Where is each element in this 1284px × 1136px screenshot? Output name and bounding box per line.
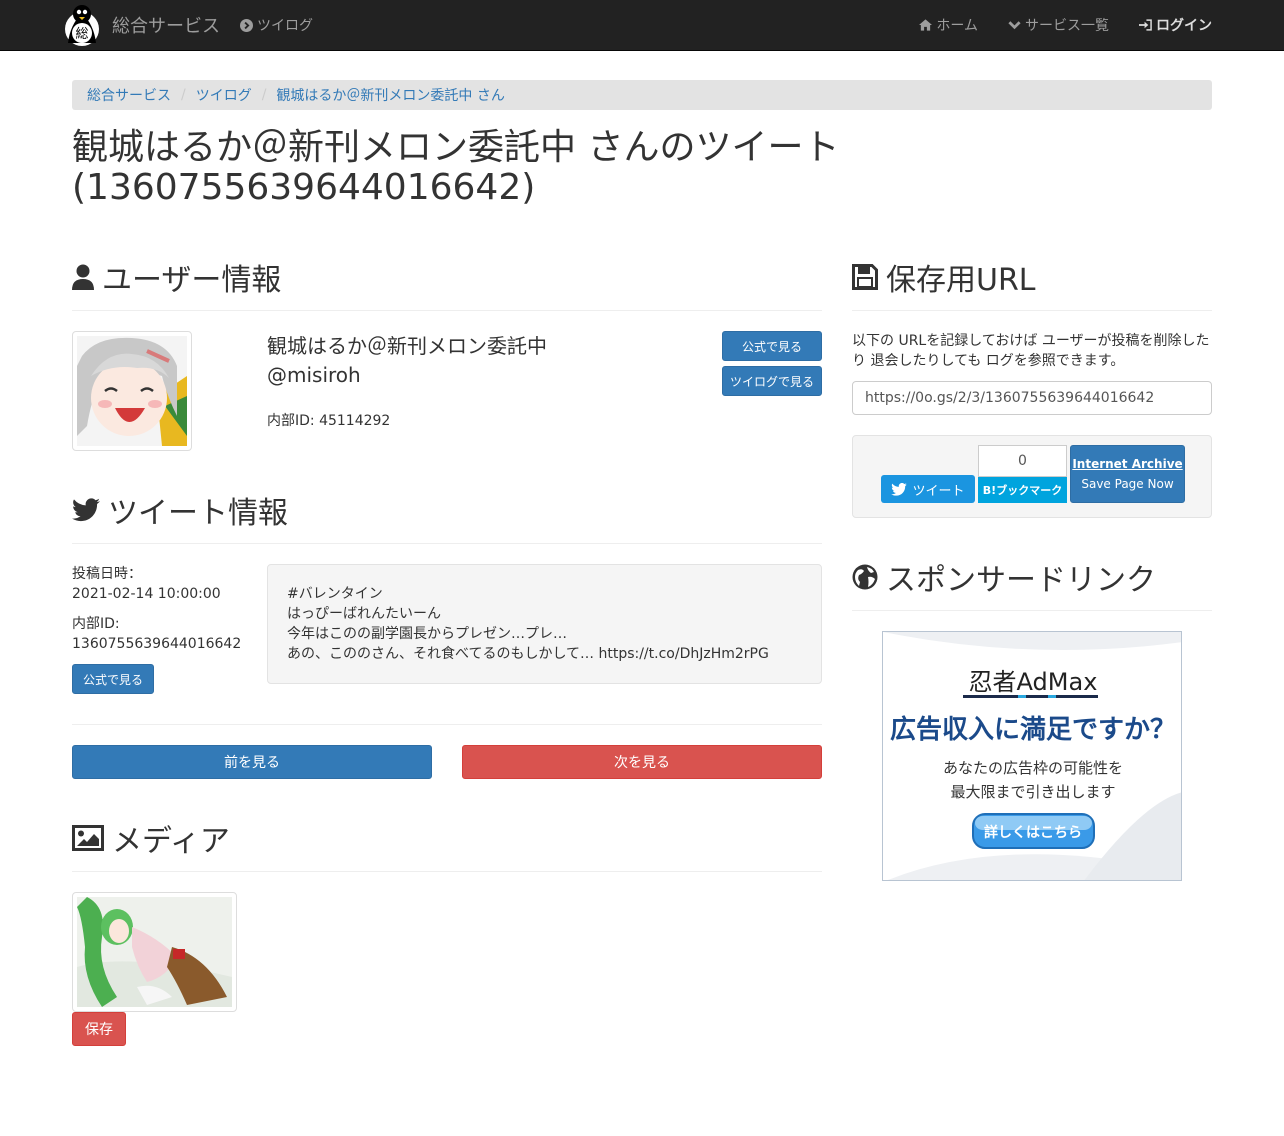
divider [72, 543, 822, 544]
user-twilog-button[interactable]: ツイログで見る [722, 366, 822, 396]
tweet-id-label: 内部ID: [72, 616, 120, 632]
user-avatar [72, 331, 192, 451]
sign-in-icon [1139, 19, 1152, 31]
globe-icon [852, 564, 878, 590]
ad-image: 忍者AdMax 広告収入に満足ですか？ あなたの広告枠の可能性を 最大限まで引き… [883, 632, 1181, 880]
tweet-text-box: #バレンタイン はっぴーばれんたいーん 今年はこのの副学園長からプレゼン…プレ…… [267, 564, 822, 684]
nav-login-label: ログイン [1156, 18, 1212, 34]
tweet-text-line: あの、こののさん、それ食べてるのもしかして… https://t.co/DhJz… [287, 646, 769, 662]
nav-home[interactable]: ホーム [919, 15, 978, 35]
tweet-id-value: 1360755639644016642 [72, 636, 242, 652]
twitter-icon [891, 482, 908, 496]
nav-login[interactable]: ログイン [1139, 15, 1212, 35]
svg-text:総: 総 [75, 27, 88, 42]
prev-button[interactable]: 前を見る [72, 745, 432, 779]
ad-line-1: あなたの広告枠の可能性を [943, 759, 1123, 777]
nav-twilog[interactable]: ツイログ [240, 0, 313, 50]
media-thumbnail[interactable] [72, 892, 237, 1012]
tweet-section-heading: ツイート情報 [72, 488, 288, 532]
media-section-heading: メディア [72, 816, 230, 860]
navbar: 総 総合サービス ツイログ ホーム サービス一覧 ログイン [0, 0, 1284, 51]
chevron-circle-right-icon [240, 18, 253, 32]
divider [852, 610, 1212, 611]
chevron-down-icon [1008, 21, 1021, 30]
twitter-icon [72, 498, 100, 522]
nav-services-dropdown[interactable]: サービス一覧 [1008, 15, 1109, 35]
save-url-description: 以下の URLを記録しておけば ユーザーが投稿を削除したり 退会したりしても ロ… [852, 333, 1210, 369]
breadcrumb-home[interactable]: 総合サービス [87, 85, 171, 105]
user-internal-id: 内部ID: 45114292 [267, 413, 391, 429]
tweet-share-label: ツイート [912, 483, 965, 499]
nav-home-label: ホーム [936, 18, 978, 34]
tweet-text-line: はっぴーばれんたいーん [287, 606, 441, 622]
user-display-name: 観城はるか＠新刊メロン委託中 [267, 334, 547, 358]
breadcrumb-user[interactable]: 観城はるか＠新刊メロン委託中 さん [276, 85, 504, 105]
save-url-input[interactable] [852, 381, 1212, 415]
tweet-posted-date: 投稿日時： 2021-02-14 10:00:00 [72, 564, 221, 604]
tweet-text-line: #バレンタイン [287, 586, 383, 602]
share-buttons-panel: ツイート 0 B!ブックマーク Internet Archive Save Pa… [852, 435, 1212, 518]
posted-value: 2021-02-14 10:00:00 [72, 586, 221, 602]
sponsor-heading: スポンサードリンク [852, 555, 1156, 599]
nav-twilog-label: ツイログ [257, 18, 313, 34]
tweet-text-line: 今年はこのの副学園長からプレゼン…プレ… [287, 626, 567, 642]
floppy-disk-icon [852, 264, 878, 290]
internet-archive-button[interactable]: Internet Archive Save Page Now [1070, 445, 1185, 503]
ad-line-2: 最大限まで引き出します [950, 783, 1115, 801]
breadcrumb-separator: / [261, 87, 267, 103]
media-save-button[interactable]: 保存 [72, 1012, 126, 1046]
ia-title: Internet Archive [1072, 457, 1183, 471]
divider [852, 310, 1212, 311]
user-section-heading: ユーザー情報 [72, 255, 281, 299]
divider [72, 724, 822, 725]
nav-services-label: サービス一覧 [1025, 18, 1109, 34]
ia-subtitle: Save Page Now [1081, 477, 1174, 491]
save-url-heading: 保存用URL [852, 255, 1036, 299]
sponsor-ad-banner[interactable]: 忍者AdMax 広告収入に満足ですか？ あなたの広告枠の可能性を 最大限まで引き… [882, 631, 1182, 881]
media-image [77, 897, 232, 1007]
breadcrumb: 総合サービス / ツイログ / 観城はるか＠新刊メロン委託中 さん [72, 80, 1212, 110]
home-icon [919, 19, 933, 31]
user-handle: @misiroh [267, 363, 361, 387]
avatar-image [77, 336, 187, 446]
image-icon [72, 825, 104, 851]
page-title-line1: 観城はるか＠新刊メロン委託中 さんのツイート [72, 127, 840, 168]
divider [72, 871, 822, 872]
user-name-block: 観城はるか＠新刊メロン委託中 @misiroh [267, 332, 547, 390]
user-official-button[interactable]: 公式で見る [722, 331, 822, 361]
divider [72, 310, 822, 311]
tweet-share-button[interactable]: ツイート [881, 475, 975, 503]
posted-label: 投稿日時： [72, 566, 142, 582]
tweet-internal-id: 内部ID: 1360755639644016642 [72, 614, 241, 654]
user-icon [72, 264, 94, 290]
penguin-logo-icon: 総 [65, 5, 99, 46]
hatena-bookmark-count: 0 [978, 445, 1067, 477]
brand-link[interactable]: 総 総合サービス [60, 2, 220, 48]
page-title: 観城はるか＠新刊メロン委託中 さんのツイート (1360755639644016… [72, 128, 1212, 207]
ad-brand: 忍者AdMax [969, 668, 1098, 696]
nav-right: ホーム サービス一覧 ログイン [889, 0, 1212, 50]
hatena-bookmark-button[interactable]: B!ブックマーク [978, 477, 1067, 503]
breadcrumb-twilog[interactable]: ツイログ [196, 85, 252, 105]
ad-button: 詳しくはこちら [984, 824, 1082, 841]
tweet-official-button[interactable]: 公式で見る [72, 664, 154, 694]
ad-headline: 広告収入に満足ですか？ [890, 714, 1176, 745]
page-title-line2: (1360755639644016642) [72, 166, 536, 208]
next-button[interactable]: 次を見る [462, 745, 822, 779]
breadcrumb-separator: / [181, 87, 186, 103]
brand-text: 総合サービス [112, 16, 220, 37]
